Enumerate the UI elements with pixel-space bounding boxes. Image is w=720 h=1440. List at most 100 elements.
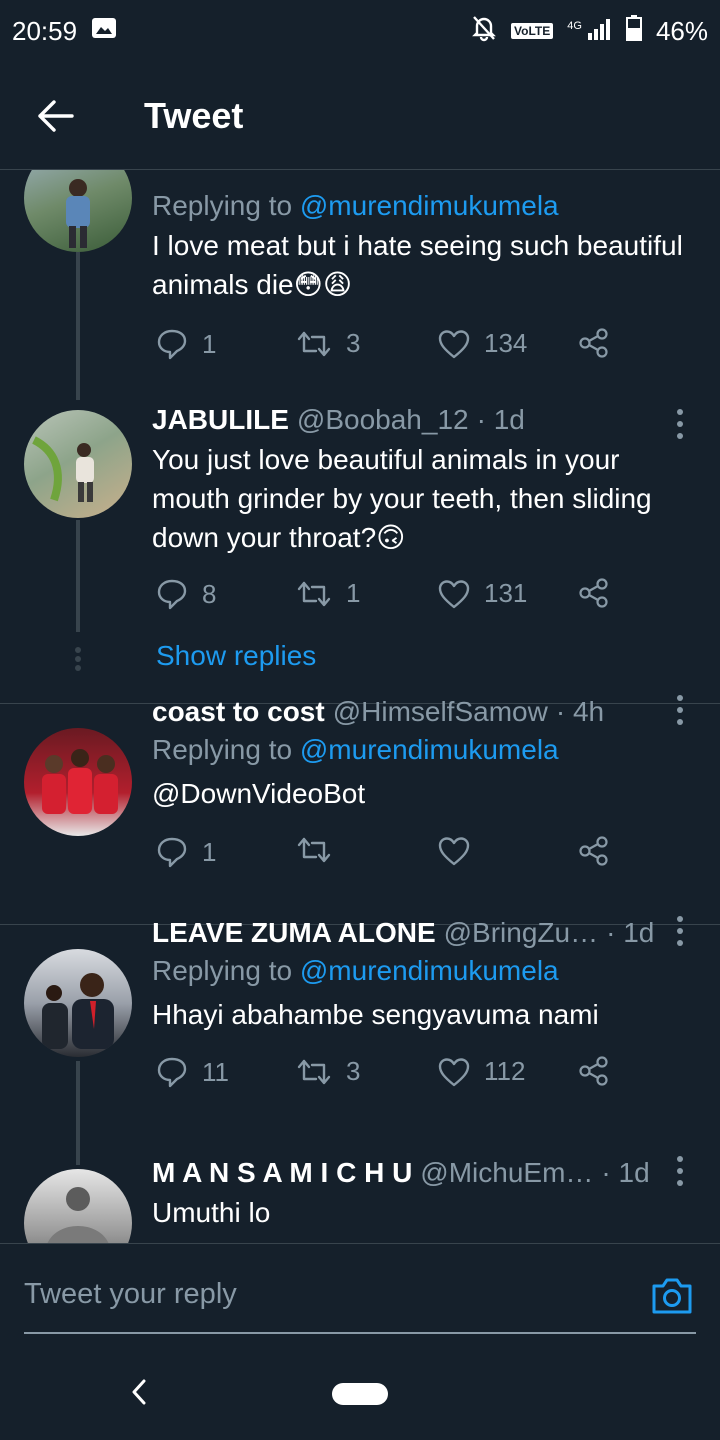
- arrow-left-icon: [38, 99, 74, 132]
- handle[interactable]: @Boobah_12: [297, 402, 469, 438]
- volte-badge: VoLTE: [511, 23, 554, 39]
- heart-icon: [438, 579, 470, 608]
- share-button[interactable]: [578, 328, 610, 358]
- display-name[interactable]: M A N S A M I C H U: [152, 1155, 412, 1191]
- image-icon: [91, 16, 117, 47]
- timestamp: · 4h: [555, 696, 605, 727]
- thread-line: [76, 520, 80, 632]
- tweet[interactable]: coast to cost @HimselfSamow · 4h Replyin…: [0, 695, 720, 924]
- more-options-icon[interactable]: [660, 690, 700, 730]
- timestamp: · 1d: [476, 404, 525, 435]
- more-options-icon[interactable]: [660, 911, 700, 951]
- tweet[interactable]: JABULILE @Boobah_12 · 1d You just love b…: [0, 400, 720, 703]
- handle[interactable]: @BringZu…: [444, 915, 598, 951]
- tweet-actions: 8 1 131: [152, 578, 632, 618]
- show-replies-link[interactable]: Show replies: [156, 640, 316, 672]
- reply-button[interactable]: 1: [156, 328, 216, 360]
- battery-icon: [625, 14, 642, 48]
- status-bar: 20:59 VoLTE 4G 46%: [0, 0, 720, 62]
- retweet-count: 3: [346, 328, 361, 358]
- retweet-button[interactable]: 3: [296, 328, 360, 359]
- app-header: Tweet: [0, 62, 720, 170]
- page-title: Tweet: [144, 94, 244, 136]
- reply-icon: [157, 579, 187, 610]
- retweet-button[interactable]: 3: [296, 1056, 360, 1087]
- share-icon: [579, 328, 608, 358]
- like-button[interactable]: 131: [438, 578, 527, 609]
- more-options-icon[interactable]: [660, 1151, 700, 1191]
- tweet[interactable]: Replying to @murendimukumela I love meat…: [0, 170, 720, 400]
- heart-icon: [438, 837, 470, 866]
- like-button[interactable]: 134: [438, 328, 527, 359]
- reply-icon: [157, 329, 187, 360]
- heart-icon: [438, 329, 470, 358]
- timestamp: · 1d: [606, 917, 655, 948]
- heart-icon: [438, 1057, 470, 1086]
- avatar[interactable]: [24, 410, 132, 518]
- tweet-text: You just love beautiful animals in your …: [152, 444, 652, 553]
- thread-line: [76, 1061, 80, 1165]
- handle[interactable]: @HimselfSamow: [333, 694, 548, 730]
- reply-feed[interactable]: Replying to @murendimukumela I love meat…: [0, 170, 720, 1243]
- reply-input[interactable]: Tweet your reply: [24, 1278, 237, 1311]
- reply-count: 11: [202, 1056, 229, 1087]
- nav-home-pill[interactable]: [332, 1383, 388, 1405]
- tweet[interactable]: LEAVE ZUMA ALONE @BringZu… · 1d Replying…: [0, 916, 720, 1165]
- tweet-actions: 1: [152, 836, 632, 876]
- tweet-text: I love meat but i hate seeing such beaut…: [152, 230, 683, 300]
- tweet[interactable]: M A N S A M I C H U @MichuEm… · 1d Umuth…: [0, 1156, 720, 1243]
- mention-link[interactable]: @murendimukumela: [300, 955, 559, 986]
- nav-back-icon[interactable]: [128, 1377, 152, 1407]
- tweet-text: Hhayi abahambe sengyavuma nami: [152, 999, 599, 1030]
- avatar[interactable]: [24, 1169, 132, 1243]
- reply-count: 1: [202, 836, 217, 867]
- more-options-icon[interactable]: [660, 404, 700, 444]
- like-count: 134: [484, 328, 528, 358]
- system-nav-bar: [0, 1363, 720, 1440]
- tweet-actions: 1 3 134: [152, 328, 632, 368]
- signal-icon: [587, 16, 612, 47]
- mention-link[interactable]: @murendimukumela: [300, 734, 559, 765]
- retweet-count: 1: [346, 578, 361, 608]
- like-count: 131: [484, 578, 528, 608]
- mute-icon: [471, 14, 497, 49]
- replying-to: Replying to @murendimukumela: [152, 955, 559, 986]
- reply-button[interactable]: 11: [156, 1056, 229, 1088]
- status-time: 20:59: [12, 15, 78, 46]
- handle[interactable]: @MichuEm…: [420, 1155, 593, 1191]
- like-button[interactable]: 112: [438, 1056, 525, 1087]
- share-button[interactable]: [578, 1056, 610, 1086]
- retweet-button[interactable]: [296, 836, 346, 864]
- display-name[interactable]: LEAVE ZUMA ALONE: [152, 915, 436, 951]
- display-name[interactable]: coast to cost: [152, 694, 325, 730]
- retweet-icon: [297, 581, 331, 606]
- network-type: 4G: [567, 20, 582, 32]
- tweet-actions: 11 3 112: [152, 1056, 632, 1096]
- camera-icon[interactable]: [650, 1274, 694, 1318]
- share-icon: [579, 836, 608, 866]
- mention-link[interactable]: @murendimukumela: [300, 190, 559, 221]
- reply-bar: Tweet your reply: [0, 1243, 720, 1363]
- tweet-text[interactable]: @DownVideoBot: [152, 774, 697, 813]
- back-button[interactable]: [26, 86, 86, 146]
- like-count: 112: [484, 1056, 526, 1086]
- retweet-icon: [297, 1059, 331, 1084]
- battery-percent: 46%: [655, 15, 708, 46]
- avatar[interactable]: [24, 728, 132, 836]
- retweet-button[interactable]: 1: [296, 578, 360, 609]
- retweet-count: 3: [346, 1056, 361, 1086]
- avatar[interactable]: [24, 949, 132, 1057]
- reply-icon: [157, 1057, 187, 1088]
- share-button[interactable]: [578, 836, 610, 866]
- reply-button[interactable]: 1: [156, 836, 216, 868]
- reply-button[interactable]: 8: [156, 578, 216, 610]
- like-button[interactable]: [438, 836, 484, 866]
- avatar[interactable]: [24, 170, 132, 252]
- share-button[interactable]: [578, 578, 610, 608]
- retweet-icon: [297, 837, 331, 863]
- display-name[interactable]: JABULILE: [152, 402, 289, 438]
- replying-to: Replying to @murendimukumela: [152, 190, 559, 221]
- collapsed-thread-dots: [75, 647, 81, 671]
- reply-icon: [157, 837, 187, 868]
- thread-line: [76, 252, 80, 400]
